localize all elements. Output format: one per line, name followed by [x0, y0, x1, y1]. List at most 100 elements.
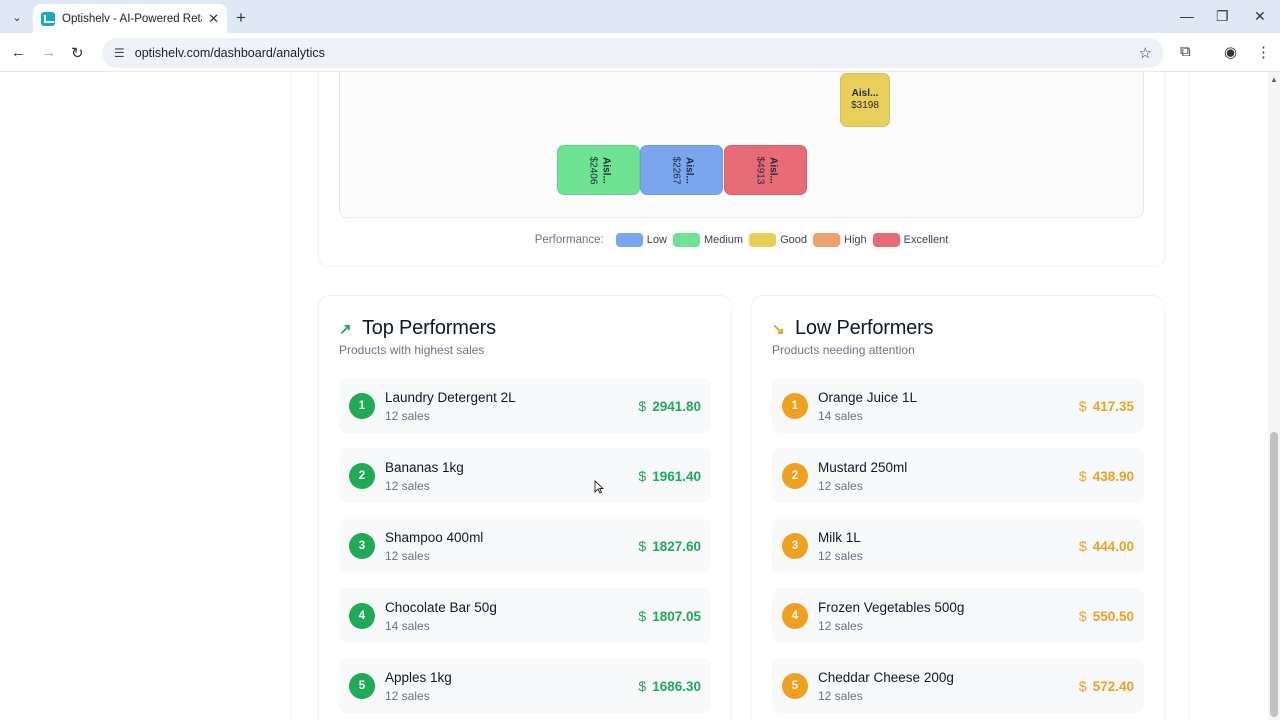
legend-swatch: [749, 233, 777, 247]
extensions-icon[interactable]: ⧉: [1180, 43, 1191, 60]
product-row[interactable]: 5 Apples 1kg 12 sales $1686.30: [339, 658, 711, 713]
product-amount: $438.90: [1079, 468, 1134, 484]
browser-tab[interactable]: Optishelv - AI-Powered Retail S ✕: [33, 4, 227, 33]
cell-value: $2267: [670, 156, 682, 184]
amount-value: 572.40: [1092, 679, 1134, 694]
browser-toolbar: ← → ↻ ☰ optishelv.com/dashboard/analytic…: [0, 33, 1280, 72]
scroll-up-icon[interactable]: ▲: [1270, 75, 1278, 84]
product-amount: $550.50: [1079, 608, 1134, 624]
dollar-icon: $: [1078, 468, 1087, 484]
product-amount: $572.40: [1079, 678, 1134, 694]
cell-label: Aisl...: [767, 156, 778, 184]
close-tab-icon[interactable]: ✕: [208, 11, 219, 27]
product-amount: $2941.80: [638, 398, 701, 414]
legend-label: Low: [646, 234, 667, 246]
amount-value: 2941.80: [652, 399, 701, 414]
site-favicon-icon: [41, 11, 55, 26]
heatmap-cell[interactable]: Aisl... $2406: [557, 145, 640, 195]
tab-search-icon[interactable]: ⌄: [6, 6, 28, 28]
amount-value: 550.50: [1092, 609, 1134, 624]
rank-badge: 2: [349, 463, 375, 489]
dollar-icon: $: [638, 608, 647, 624]
bookmark-star-icon[interactable]: ☆: [1139, 44, 1152, 62]
forward-icon[interactable]: →: [41, 44, 56, 61]
product-name: Apples 1kg: [385, 670, 452, 685]
site-settings-icon[interactable]: ☰: [114, 46, 125, 60]
product-sales: 12 sales: [818, 619, 863, 633]
reload-icon[interactable]: ↻: [71, 44, 84, 62]
legend-swatch: [615, 233, 643, 247]
top-performers-panel: ↗ Top Performers Products with highest s…: [318, 295, 732, 720]
product-name: Shampoo 400ml: [385, 530, 484, 545]
heatmap-cell[interactable]: Aisl... $3198: [840, 73, 890, 127]
product-name: Frozen Vegetables 500g: [818, 600, 965, 615]
product-row[interactable]: 5 Cheddar Cheese 200g 12 sales $572.40: [772, 658, 1144, 713]
product-amount: $1827.60: [638, 538, 701, 554]
rank-badge: 2: [782, 463, 808, 489]
rank-badge: 5: [782, 673, 808, 699]
cell-label: Aisl...: [600, 156, 611, 184]
rank-badge: 3: [349, 533, 375, 559]
product-row[interactable]: 2 Mustard 250ml 12 sales $438.90: [772, 448, 1144, 503]
dollar-icon: $: [1078, 398, 1087, 414]
product-sales: 12 sales: [818, 549, 863, 563]
amount-value: 438.90: [1092, 469, 1134, 484]
rank-badge: 1: [349, 393, 375, 419]
product-name: Chocolate Bar 50g: [385, 600, 497, 615]
new-tab-icon[interactable]: +: [236, 8, 246, 28]
product-amount: $1807.05: [638, 608, 701, 624]
tab-title: Optishelv - AI-Powered Retail S: [62, 12, 202, 25]
product-row[interactable]: 4 Chocolate Bar 50g 14 sales $1807.05: [339, 588, 711, 643]
restore-icon[interactable]: ❐: [1216, 8, 1229, 25]
product-row[interactable]: 4 Frozen Vegetables 500g 12 sales $550.50: [772, 588, 1144, 643]
page-scrollbar[interactable]: ▲: [1268, 72, 1280, 720]
back-icon[interactable]: ←: [11, 44, 26, 61]
product-sales: 12 sales: [385, 409, 430, 423]
heatmap-cell[interactable]: Aisl... $4913: [724, 145, 807, 195]
product-sales: 12 sales: [385, 689, 430, 703]
product-row[interactable]: 2 Bananas 1kg 12 sales $1961.40: [339, 448, 711, 503]
cell-label: Aisl...: [851, 87, 879, 99]
minimize-icon[interactable]: —: [1180, 8, 1194, 24]
dollar-icon: $: [638, 538, 647, 554]
url-text[interactable]: optishelv.com/dashboard/analytics: [135, 46, 325, 60]
profile-icon[interactable]: ◉: [1224, 43, 1237, 61]
heatmap-cell[interactable]: Aisl... $2267: [640, 145, 723, 195]
address-bar[interactable]: ☰ optishelv.com/dashboard/analytics ☆: [102, 38, 1164, 68]
product-row[interactable]: 3 Shampoo 400ml 12 sales $1827.60: [339, 518, 711, 573]
dollar-icon: $: [1078, 608, 1087, 624]
amount-value: 417.35: [1092, 399, 1134, 414]
product-amount: $1686.30: [638, 678, 701, 694]
dashboard-content: Aisl... $3198 Aisl... $2406 Aisl... $2267 A…: [290, 72, 1190, 720]
amount-value: 1827.60: [652, 539, 701, 554]
product-row[interactable]: 1 Laundry Detergent 2L 12 sales $2941.80: [339, 378, 711, 433]
legend-swatch: [672, 233, 700, 247]
legend-label: Good: [780, 234, 807, 246]
product-name: Bananas 1kg: [385, 460, 464, 475]
amount-value: 1807.05: [652, 609, 701, 624]
product-amount: $444.00: [1079, 538, 1134, 554]
product-name: Laundry Detergent 2L: [385, 390, 516, 405]
heatmap-area: Aisl... $3198 Aisl... $2406 Aisl... $2267 A…: [339, 72, 1144, 218]
scrollbar-thumb[interactable]: [1270, 432, 1278, 717]
cell-value: $3198: [851, 100, 879, 111]
window-close-icon[interactable]: ✕: [1254, 8, 1266, 25]
trending-up-icon: ↗: [339, 321, 352, 338]
panel-title: Top Performers: [362, 317, 496, 339]
product-sales: 12 sales: [818, 689, 863, 703]
cell-value: $2406: [587, 156, 599, 184]
low-performers-panel: ↘ Low Performers Products needing attent…: [751, 295, 1165, 720]
legend-label: High: [844, 234, 867, 246]
rank-badge: 4: [782, 603, 808, 629]
cell-value: $4913: [754, 156, 766, 184]
performance-legend: Performance: Low Medium Good High Excell…: [319, 233, 1164, 247]
dollar-icon: $: [1078, 678, 1087, 694]
panel-subtitle: Products needing attention: [772, 343, 915, 357]
rank-badge: 1: [782, 393, 808, 419]
dollar-icon: $: [1078, 538, 1087, 554]
product-row[interactable]: 3 Milk 1L 12 sales $444.00: [772, 518, 1144, 573]
product-sales: 12 sales: [385, 549, 430, 563]
product-amount: $417.35: [1079, 398, 1134, 414]
menu-icon[interactable]: ⋮: [1256, 43, 1271, 61]
product-row[interactable]: 1 Orange Juice 1L 14 sales $417.35: [772, 378, 1144, 433]
